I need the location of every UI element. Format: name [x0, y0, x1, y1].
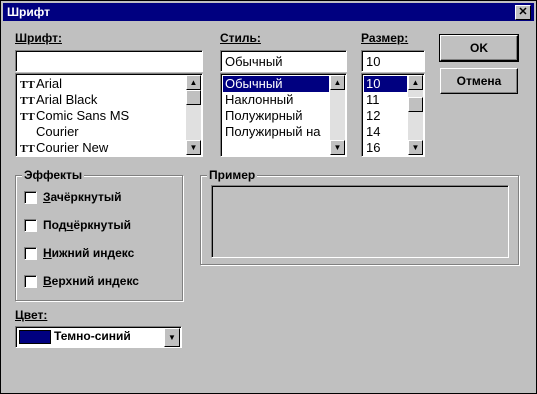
- subscript-checkbox[interactable]: Нижний индекс: [24, 246, 134, 260]
- font-list[interactable]: TTArialTTArial BlackTTComic Sans MSTTCou…: [15, 73, 203, 157]
- size-list-item[interactable]: 14: [364, 124, 407, 140]
- sample-title: Пример: [207, 168, 258, 182]
- cancel-button[interactable]: Отмена: [440, 68, 518, 94]
- superscript-checkbox[interactable]: Верхний индекс: [24, 274, 139, 288]
- scroll-down-icon[interactable]: ▼: [408, 140, 423, 155]
- style-list-item[interactable]: Полужирный на: [223, 124, 329, 140]
- style-label-text: Стиль:: [220, 31, 261, 45]
- style-list[interactable]: Обычный Наклонный Полужирный Полужирный на …: [220, 73, 347, 157]
- underline-post: ёркнутый: [73, 218, 131, 232]
- strikeout-label: Зачёркнутый: [43, 190, 121, 204]
- style-label: Стиль:: [220, 31, 261, 45]
- scroll-thumb[interactable]: [186, 90, 201, 105]
- scroll-up-icon[interactable]: ▲: [330, 75, 345, 90]
- scroll-thumb[interactable]: [408, 97, 423, 112]
- style-list-item[interactable]: Полужирный: [223, 108, 329, 124]
- scroll-down-icon[interactable]: ▼: [186, 140, 201, 155]
- superscript-label: Верхний индекс: [43, 274, 139, 288]
- size-list-item[interactable]: 10: [364, 76, 407, 92]
- truetype-icon: TT: [20, 143, 35, 155]
- effects-title: Эффекты: [22, 168, 85, 182]
- scroll-up-icon[interactable]: ▲: [408, 75, 423, 90]
- close-icon: ✕: [518, 6, 528, 18]
- truetype-icon: TT: [20, 79, 35, 91]
- font-list-scrollbar[interactable]: ▲ ▼: [186, 75, 201, 155]
- strikeout-checkbox[interactable]: Зачёркнутый: [24, 190, 121, 204]
- strikeout-accel: З: [43, 190, 51, 204]
- chevron-down-icon[interactable]: ▼: [164, 328, 180, 347]
- subscript-label: Нижний индекс: [43, 246, 134, 260]
- size-value: 10: [366, 54, 381, 69]
- style-list-scrollbar[interactable]: ▲ ▼: [330, 75, 345, 155]
- close-button[interactable]: ✕: [515, 5, 531, 20]
- size-list-item[interactable]: 16: [364, 140, 407, 156]
- underline-box[interactable]: [24, 218, 37, 232]
- superscript-text: ерхний индекс: [51, 274, 139, 288]
- style-value: Обычный: [225, 54, 283, 69]
- color-select[interactable]: Темно-синий ▼: [15, 326, 182, 348]
- color-label: Цвет:: [15, 308, 47, 322]
- font-list-item-label: Courier: [36, 124, 79, 139]
- underline-pre: Под: [43, 218, 67, 232]
- color-label-text: Цвет:: [15, 308, 48, 322]
- font-list-items: TTArialTTArial BlackTTComic Sans MSTTCou…: [18, 76, 185, 156]
- style-list-item[interactable]: Обычный: [223, 76, 329, 92]
- font-dialog: Шрифт ✕ Шрифт: TTArial TTArial Black TTCom…: [0, 0, 537, 394]
- size-list-items: 10 11 12 14 16: [364, 76, 407, 156]
- size-input[interactable]: 10: [361, 50, 425, 72]
- strikeout-text: ачёркнутый: [50, 190, 122, 204]
- subscript-box[interactable]: [24, 246, 37, 260]
- strikeout-box[interactable]: [24, 190, 37, 204]
- truetype-icon: TT: [20, 95, 35, 107]
- font-list-item[interactable]: TTComic Sans MS: [18, 108, 185, 124]
- subscript-text: ижний индекс: [51, 246, 135, 260]
- font-list-item-label: Arial Black: [36, 92, 98, 107]
- sample-preview: [211, 185, 509, 258]
- font-list-item-label: Comic Sans MS: [36, 108, 130, 123]
- font-list-item[interactable]: TTArial: [18, 76, 185, 92]
- font-list-item[interactable]: TTCourier: [18, 124, 185, 140]
- ok-button[interactable]: OK: [439, 34, 519, 62]
- font-list-item-label: Arial: [36, 76, 63, 91]
- dialog-title: Шрифт: [7, 5, 50, 19]
- size-list-item[interactable]: 12: [364, 108, 407, 124]
- style-input[interactable]: Обычный: [220, 50, 347, 72]
- size-list[interactable]: 10 11 12 14 16 ▲ ▼: [361, 73, 425, 157]
- truetype-icon: TT: [20, 111, 35, 123]
- color-swatch: [19, 330, 51, 344]
- font-list-item[interactable]: TTArial Black: [18, 92, 185, 108]
- font-label-text: Шрифт:: [15, 31, 62, 45]
- size-list-scrollbar[interactable]: ▲ ▼: [408, 75, 423, 155]
- scroll-down-icon[interactable]: ▼: [330, 140, 345, 155]
- subscript-accel: Н: [43, 246, 52, 260]
- size-list-item[interactable]: 11: [364, 92, 407, 108]
- size-label: Размер:: [361, 31, 408, 45]
- font-label: Шрифт:: [15, 31, 62, 45]
- scroll-up-icon[interactable]: ▲: [186, 75, 201, 90]
- superscript-accel: В: [43, 274, 52, 288]
- font-name-input[interactable]: [15, 50, 203, 72]
- size-label-text: Размер:: [361, 31, 409, 45]
- color-value: Темно-синий: [54, 329, 131, 343]
- underline-checkbox[interactable]: Подчёркнутый: [24, 218, 131, 232]
- font-list-item[interactable]: TTCourier New: [18, 140, 185, 156]
- superscript-box[interactable]: [24, 274, 37, 288]
- style-list-items: Обычный Наклонный Полужирный Полужирный на: [223, 76, 329, 140]
- underline-label: Подчёркнутый: [43, 218, 131, 232]
- font-list-item-label: Courier New: [36, 140, 109, 155]
- style-list-item[interactable]: Наклонный: [223, 92, 329, 108]
- title-bar[interactable]: Шрифт ✕: [3, 3, 534, 21]
